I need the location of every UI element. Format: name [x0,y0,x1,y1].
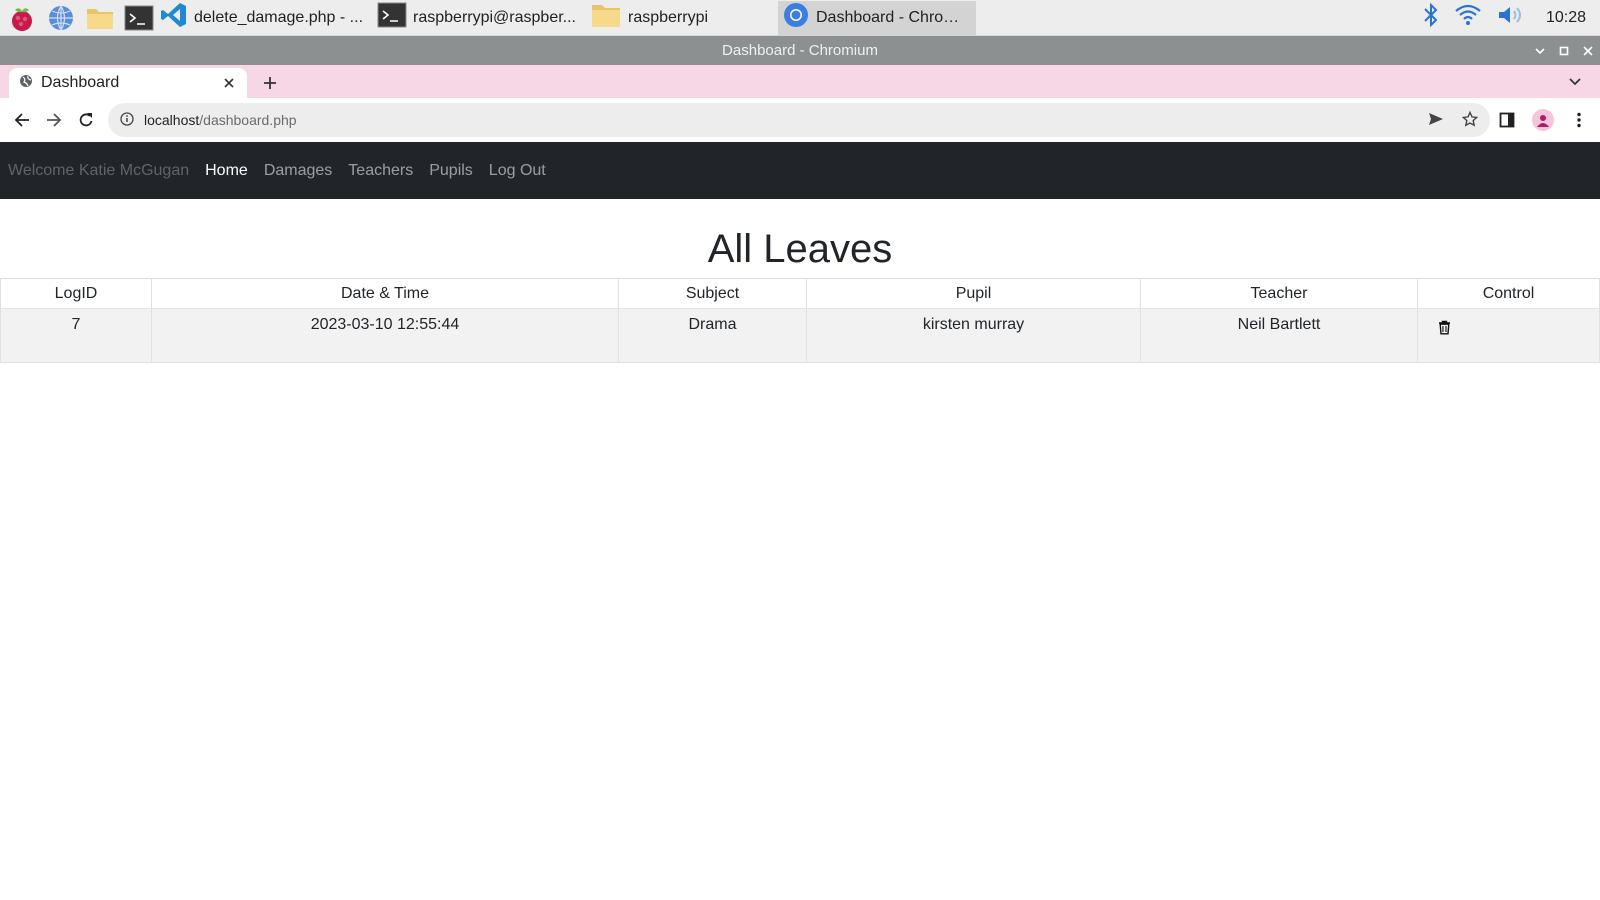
tab-search-chevron-down-icon[interactable] [1564,71,1586,93]
cell-logid: 7 [0,308,152,363]
tab-strip: Dashboard [0,65,1600,98]
system-tray: 10:28 [1422,2,1600,33]
cell-control [1417,308,1600,363]
welcome-text: Welcome Katie McGugan [8,161,190,179]
volume-icon[interactable] [1496,3,1526,32]
file-manager-launcher-icon[interactable] [83,1,117,35]
cell-datetime: 2023-03-10 12:55:44 [151,308,619,363]
window-title: Dashboard - Chromium [722,42,878,59]
avatar [1532,109,1554,131]
address-bar-actions [1428,110,1479,130]
column-header-datetime: Date & Time [151,278,619,309]
browser-toolbar: localhost/dashboard.php [0,98,1600,142]
minimize-icon[interactable] [1534,45,1546,57]
window-title-bar[interactable]: Dashboard - Chromium [0,36,1600,65]
toolbar-right-actions [1494,104,1592,136]
nav-link-pupils[interactable]: Pupils [429,162,473,180]
url-host: localhost [144,112,200,128]
cell-teacher: Neil Bartlett [1140,308,1418,363]
column-header-teacher: Teacher [1140,278,1418,309]
taskbar-task-label: Dashboard - Chromiu... [816,8,970,26]
address-bar[interactable]: localhost/dashboard.php [108,103,1490,137]
taskbar-task-terminal[interactable]: raspberrypi@raspber... [373,1,582,35]
taskbar-task-vscode[interactable]: delete_damage.php - ... [156,1,369,35]
delete-trash-icon[interactable] [1436,318,1452,336]
taskbar-task-file-manager[interactable]: raspberrypi [586,1,776,35]
column-header-logid: LogID [0,278,152,309]
nav-link-damages[interactable]: Damages [264,162,332,180]
close-window-icon[interactable] [1582,45,1594,57]
chromium-icon [782,1,810,34]
page-title: All Leaves [707,227,893,271]
reload-icon[interactable] [70,104,102,136]
folder-icon [590,1,622,34]
send-icon[interactable] [1428,112,1444,129]
wifi-icon[interactable] [1454,3,1482,32]
maximize-icon[interactable] [1558,45,1570,57]
column-header-subject: Subject [618,278,807,309]
more-menu-icon[interactable] [1566,107,1592,133]
taskbar-task-chromium[interactable]: Dashboard - Chromiu... [778,0,976,35]
url-path: /dashboard.php [199,112,297,128]
terminal-launcher-icon[interactable] [122,1,156,35]
nav-link-teachers[interactable]: Teachers [348,162,413,180]
leaves-table: LogID Date & Time Subject Pupil Teacher … [0,278,1600,363]
new-tab-icon[interactable] [258,71,282,95]
bluetooth-icon[interactable] [1422,2,1440,33]
window-controls [1534,36,1594,65]
table-row: 7 2023-03-10 12:55:44 Drama kirsten murr… [0,308,1600,363]
close-tab-icon[interactable] [221,75,237,91]
clock[interactable]: 10:28 [1546,9,1586,27]
nav-link-home[interactable]: Home [205,162,248,180]
forward-arrow-icon[interactable] [38,104,70,136]
info-icon[interactable] [120,111,134,129]
taskbar-task-label: raspberrypi@raspber... [413,8,576,26]
back-arrow-icon[interactable] [6,104,38,136]
raspberry-menu-icon[interactable] [5,1,39,35]
profile-avatar[interactable] [1530,107,1556,133]
taskbar-task-label: delete_damage.php - ... [194,8,364,26]
site-navbar: Welcome Katie McGugan Home Damages Teach… [0,142,1600,199]
tab-dashboard[interactable]: Dashboard [9,68,247,98]
vscode-icon [160,1,188,34]
web-page: Welcome Katie McGugan Home Damages Teach… [0,142,1600,900]
column-header-pupil: Pupil [806,278,1141,309]
web-browser-launcher-icon[interactable] [44,1,78,35]
table-header-row: LogID Date & Time Subject Pupil Teacher … [0,278,1600,309]
globe-icon [19,74,33,93]
cell-pupil: kirsten murray [806,308,1141,363]
terminal-icon [377,2,407,33]
taskbar-task-label: raspberrypi [628,8,709,26]
side-panel-icon[interactable] [1494,107,1520,133]
os-taskbar: delete_damage.php - ... raspberrypi@rasp… [0,0,1600,36]
tab-title: Dashboard [41,74,120,91]
cell-subject: Drama [618,308,807,363]
nav-link-log-out[interactable]: Log Out [489,162,546,180]
column-header-control: Control [1417,278,1600,309]
bookmark-star-icon[interactable] [1461,110,1479,130]
